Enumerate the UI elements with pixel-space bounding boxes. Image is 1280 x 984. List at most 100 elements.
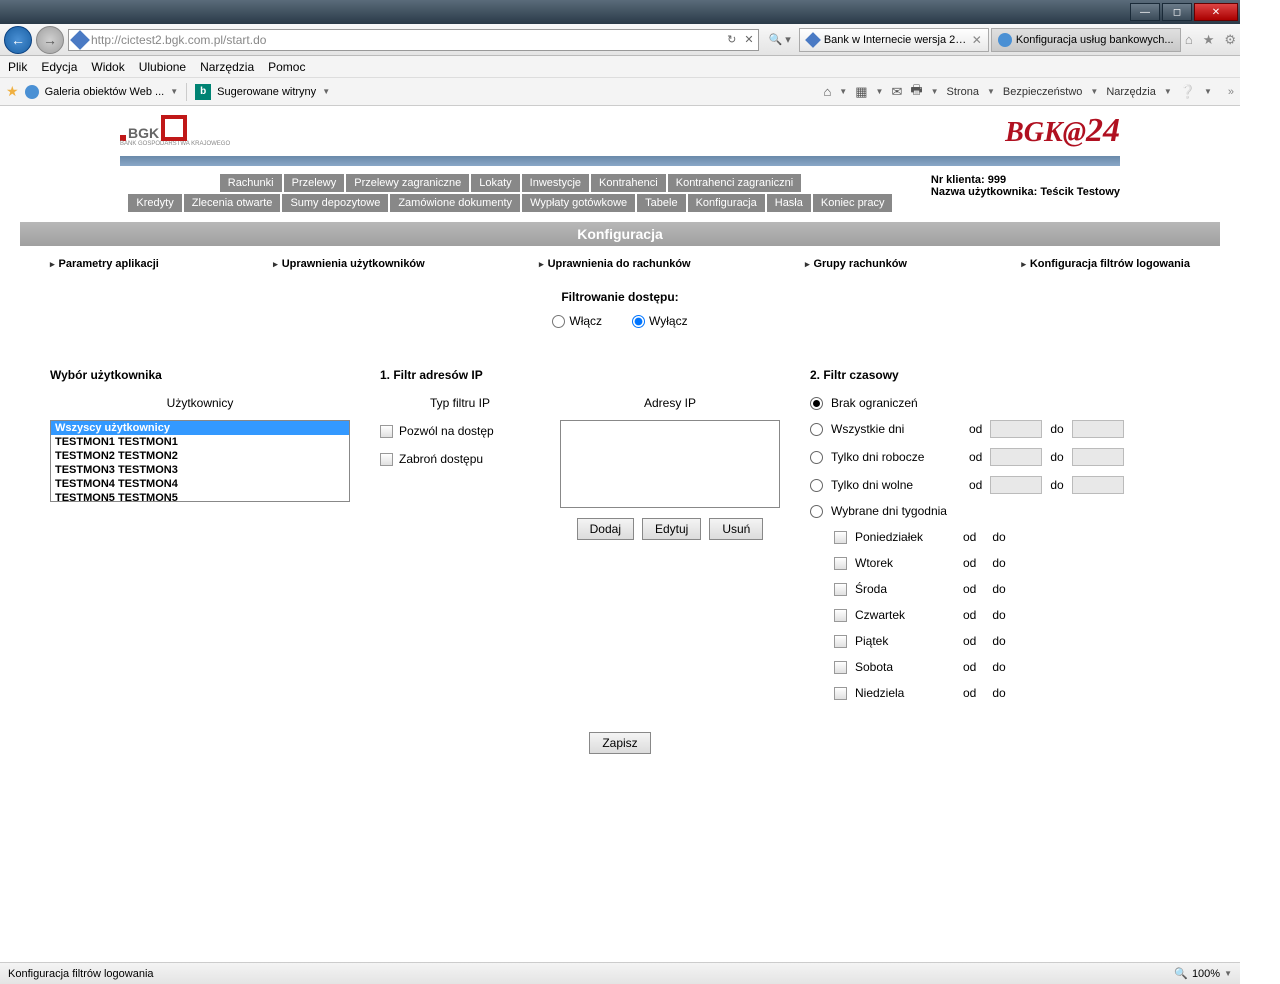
day-wto[interactable]: Wtorekoddo <box>834 556 1190 570</box>
day-sro[interactable]: Środaoddo <box>834 582 1190 596</box>
nav-sumy[interactable]: Sumy depozytowe <box>282 194 388 212</box>
user-option[interactable]: TESTMON1 TESTMON1 <box>51 435 349 449</box>
nav-zlecenia[interactable]: Zlecenia otwarte <box>184 194 281 212</box>
menu-widok[interactable]: Widok <box>91 60 124 74</box>
nav-zamowione[interactable]: Zamówione dokumenty <box>390 194 520 212</box>
typ-filtru-label: Typ filtru IP <box>380 396 540 410</box>
address-bar[interactable]: ↻ ✕ <box>68 29 759 51</box>
nav-row-2: Kredyty Zlecenia otwarte Sumy depozytowe… <box>120 194 901 212</box>
time-opt-wolne[interactable]: Tylko dni wolneoddo <box>810 476 1190 494</box>
day-czw[interactable]: Czwartekoddo <box>834 608 1190 622</box>
nav-przelewy[interactable]: Przelewy <box>284 174 345 192</box>
mail-icon[interactable]: ✉ <box>891 84 902 100</box>
menu-plik[interactable]: Plik <box>8 60 27 74</box>
window-titlebar: — ◻ ✕ <box>0 0 1240 24</box>
user-option[interactable]: TESTMON5 TESTMON5 <box>51 491 349 502</box>
menu-ulubione[interactable]: Ulubione <box>139 60 186 74</box>
btn-zapisz[interactable]: Zapisz <box>589 732 650 754</box>
day-nie[interactable]: Niedzielaoddo <box>834 686 1190 700</box>
ip-textarea[interactable] <box>560 420 780 508</box>
fav-sugerowane[interactable]: Sugerowane witryny <box>217 86 316 98</box>
cmd-narzedzia[interactable]: Narzędzia <box>1106 86 1156 98</box>
url-input[interactable] <box>91 33 723 47</box>
tools-icon[interactable]: ⚙ <box>1224 32 1236 48</box>
day-sob[interactable]: Sobotaoddo <box>834 660 1190 674</box>
tab-close-icon[interactable]: ✕ <box>972 33 982 47</box>
favorites-icon[interactable]: ★ <box>1203 32 1215 48</box>
user-option[interactable]: TESTMON4 TESTMON4 <box>51 477 349 491</box>
cmd-bezpieczenstwo[interactable]: Bezpieczeństwo <box>1003 86 1083 98</box>
add-favorite-icon[interactable]: ★ <box>6 83 19 100</box>
subnav-parametry[interactable]: ▸Parametry aplikacji <box>50 258 159 270</box>
nav-row-1: Rachunki Przelewy Przelewy zagraniczne L… <box>120 174 901 192</box>
zoom-value: 100% <box>1192 968 1220 980</box>
time-opt-robocze[interactable]: Tylko dni roboczeoddo <box>810 448 1190 466</box>
user-option[interactable]: Wszyscy użytkownicy <box>51 421 349 435</box>
forward-button[interactable]: → <box>36 26 64 54</box>
ie-icon <box>25 85 39 99</box>
chk-pozwol[interactable]: Pozwól na dostęp <box>380 424 540 438</box>
nav-kontrahenci[interactable]: Kontrahenci <box>591 174 666 192</box>
nav-lokaty[interactable]: Lokaty <box>471 174 519 192</box>
btn-edytuj[interactable]: Edytuj <box>642 518 701 540</box>
do-input[interactable] <box>1072 420 1124 438</box>
od-input[interactable] <box>990 448 1042 466</box>
do-input[interactable] <box>1072 476 1124 494</box>
refresh-icon[interactable]: ↻ <box>727 33 736 46</box>
nav-wyplaty[interactable]: Wypłaty gotówkowe <box>522 194 635 212</box>
do-input[interactable] <box>1072 448 1124 466</box>
user-listbox[interactable]: Wszyscy użytkownicy TESTMON1 TESTMON1 TE… <box>50 420 350 502</box>
close-button[interactable]: ✕ <box>1194 3 1238 21</box>
radio-wylacz[interactable]: Wyłącz <box>632 314 688 328</box>
user-option[interactable]: TESTMON3 TESTMON3 <box>51 463 349 477</box>
radio-wlacz[interactable]: Włącz <box>552 314 602 328</box>
od-input[interactable] <box>990 476 1042 494</box>
feeds-icon[interactable]: ▦ <box>855 84 867 100</box>
btn-dodaj[interactable]: Dodaj <box>577 518 634 540</box>
tab-favicon <box>805 32 821 48</box>
subnav-grupy[interactable]: ▸Grupy rachunków <box>805 258 907 270</box>
nav-koniec[interactable]: Koniec pracy <box>813 194 893 212</box>
nav-inwestycje[interactable]: Inwestycje <box>522 174 589 192</box>
stop-icon[interactable]: ✕ <box>744 33 753 46</box>
zoom-icon[interactable]: 🔍 <box>1174 967 1188 980</box>
subnav-uprawnienia-rach[interactable]: ▸Uprawnienia do rachunków <box>539 258 691 270</box>
maximize-button[interactable]: ◻ <box>1162 3 1192 21</box>
status-text: Konfiguracja filtrów logowania <box>8 968 154 980</box>
menu-edycja[interactable]: Edycja <box>41 60 77 74</box>
menu-narzedzia[interactable]: Narzędzia <box>200 60 254 74</box>
chk-zabron[interactable]: Zabroń dostępu <box>380 452 540 466</box>
od-input[interactable] <box>990 420 1042 438</box>
nav-kredyty[interactable]: Kredyty <box>128 194 181 212</box>
favorites-bar: ★ Galeria obiektów Web ... ▼ b Sugerowan… <box>0 78 1240 106</box>
subnav-filtry[interactable]: ▸Konfiguracja filtrów logowania <box>1021 258 1190 270</box>
time-opt-brak[interactable]: Brak ograniczeń <box>810 396 1190 410</box>
menu-pomoc[interactable]: Pomoc <box>268 60 305 74</box>
browser-tabs: Bank w Internecie wersja 2.2... ✕ Konfig… <box>799 28 1181 52</box>
nav-przelewy-zagr[interactable]: Przelewy zagraniczne <box>346 174 469 192</box>
fav-galeria[interactable]: Galeria obiektów Web ... <box>45 86 165 98</box>
day-pia[interactable]: Piątekoddo <box>834 634 1190 648</box>
user-option[interactable]: TESTMON2 TESTMON2 <box>51 449 349 463</box>
nav-hasla[interactable]: Hasła <box>767 194 811 212</box>
back-button[interactable]: ← <box>4 26 32 54</box>
help-icon[interactable]: ❔ <box>1180 84 1196 100</box>
home-icon[interactable]: ⌂ <box>1185 32 1193 48</box>
subnav-uprawnienia-uz[interactable]: ▸Uprawnienia użytkowników <box>273 258 425 270</box>
nav-kontrahenci-zagr[interactable]: Kontrahenci zagraniczni <box>668 174 801 192</box>
time-opt-wybrane[interactable]: Wybrane dni tygodnia <box>810 504 1190 518</box>
browser-tab-1[interactable]: Bank w Internecie wersja 2.2... ✕ <box>799 28 989 52</box>
minimize-button[interactable]: — <box>1130 3 1160 21</box>
bing-icon: b <box>195 84 211 100</box>
cmd-strona[interactable]: Strona <box>947 86 979 98</box>
nav-tabele[interactable]: Tabele <box>637 194 685 212</box>
search-icon[interactable]: 🔍 ▾ <box>769 33 791 46</box>
nav-rachunki[interactable]: Rachunki <box>220 174 282 192</box>
print-icon[interactable]: 🖶 <box>910 81 922 103</box>
home-cmd-icon[interactable]: ⌂ <box>823 84 831 99</box>
day-pon[interactable]: Poniedziałekoddo <box>834 530 1190 544</box>
browser-tab-2[interactable]: Konfiguracja usług bankowych... <box>991 28 1181 52</box>
nav-konfiguracja[interactable]: Konfiguracja <box>688 194 765 212</box>
time-opt-wszystkie[interactable]: Wszystkie dnioddo <box>810 420 1190 438</box>
btn-usun[interactable]: Usuń <box>709 518 763 540</box>
